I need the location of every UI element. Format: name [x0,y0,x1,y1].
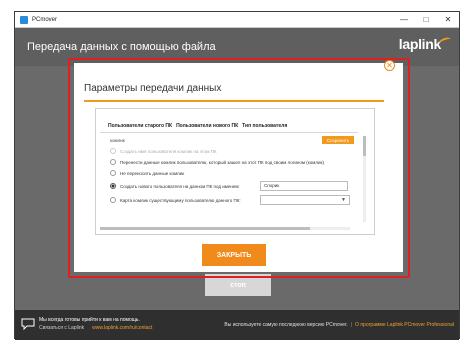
option-label: Создать имя пользователя комлик на этом … [120,148,217,154]
contact-link[interactable]: www.laplink.com/ru/contact [92,325,152,331]
radio-icon[interactable] [110,159,116,165]
option-create-username[interactable]: Создать имя пользователя комлик на этом … [110,148,217,154]
tab-old-pc-users[interactable]: Пользователи старого ПК [108,123,172,129]
tab-divider [100,132,358,133]
option-label: Перенести данные комлик пользователю, ко… [120,159,324,165]
option-label: Не переносить данные комлик [120,170,185,176]
close-icon[interactable]: ✕ [384,60,395,71]
footer-separator: | [350,322,353,328]
settings-panel: Пользователи старого ПК Пользователи нов… [95,108,375,235]
minimize-button[interactable]: — [393,12,415,28]
chevron-down-icon: ▼ [341,197,346,203]
laplink-logo: laplink [398,36,442,52]
existing-user-select[interactable]: ▼ [260,195,350,205]
app-icon [20,15,28,24]
option-label: Создать нового пользователя на данном ПК… [120,183,240,189]
page-title: Передача данных с помощью файла [27,41,216,53]
radio-selected-icon[interactable] [110,183,116,189]
radio-icon[interactable] [110,170,116,176]
title-bar: PCmover — □ ✕ [15,12,459,28]
window-title: PCmover [32,16,58,23]
save-button[interactable]: Сохранить [322,136,354,144]
option-do-not-transfer[interactable]: Не переносить данные комлик [110,170,184,176]
close-window-button[interactable]: ✕ [437,12,459,28]
contact-label: Связаться с Laplink [39,325,85,331]
transfer-settings-dialog: Параметры передачи данных Пользователи с… [74,63,403,272]
option-create-new-user[interactable]: Создать нового пользователя на данном ПК… [110,183,240,189]
footer: Мы всегда готовы прийти к вам на помощь.… [15,310,459,340]
option-map-existing-user[interactable]: Карта комлик существующему пользователю … [110,197,241,203]
help-text: Мы всегда готовы прийти к вам на помощь. [39,317,140,323]
about-link[interactable]: О программе Laplink PCmover Professional [355,322,454,328]
tab-bar: Пользователи старого ПК Пользователи нов… [108,123,287,129]
radio-icon[interactable] [110,197,116,203]
contact-text: Связаться с Laplink www.laplink.com/ru/co… [39,325,152,331]
option-transfer-to-current[interactable]: Перенести данные комлик пользователю, ко… [110,159,324,165]
tab-user-type[interactable]: Тип пользователя [242,123,287,129]
user-section-label: комлик [110,138,125,143]
vertical-scroll-thumb[interactable] [363,136,366,156]
version-text: Вы используете самую последнюю версию PC… [224,322,348,328]
tab-new-pc-users[interactable]: Пользователи нового ПК [176,123,238,129]
maximize-button[interactable]: □ [415,12,437,28]
chat-icon [21,318,35,330]
version-info: Вы используете самую последнюю версию PC… [224,322,454,328]
dialog-title: Параметры передачи данных [84,83,222,94]
title-divider [84,100,384,102]
radio-icon[interactable] [110,148,116,154]
new-username-input[interactable]: Спорик [260,181,348,191]
close-dialog-button[interactable]: ЗАКРЫТЬ [202,244,266,266]
option-label: Карта комлик существующему пользователю … [120,197,241,203]
horizontal-scroll-thumb[interactable] [100,227,310,230]
